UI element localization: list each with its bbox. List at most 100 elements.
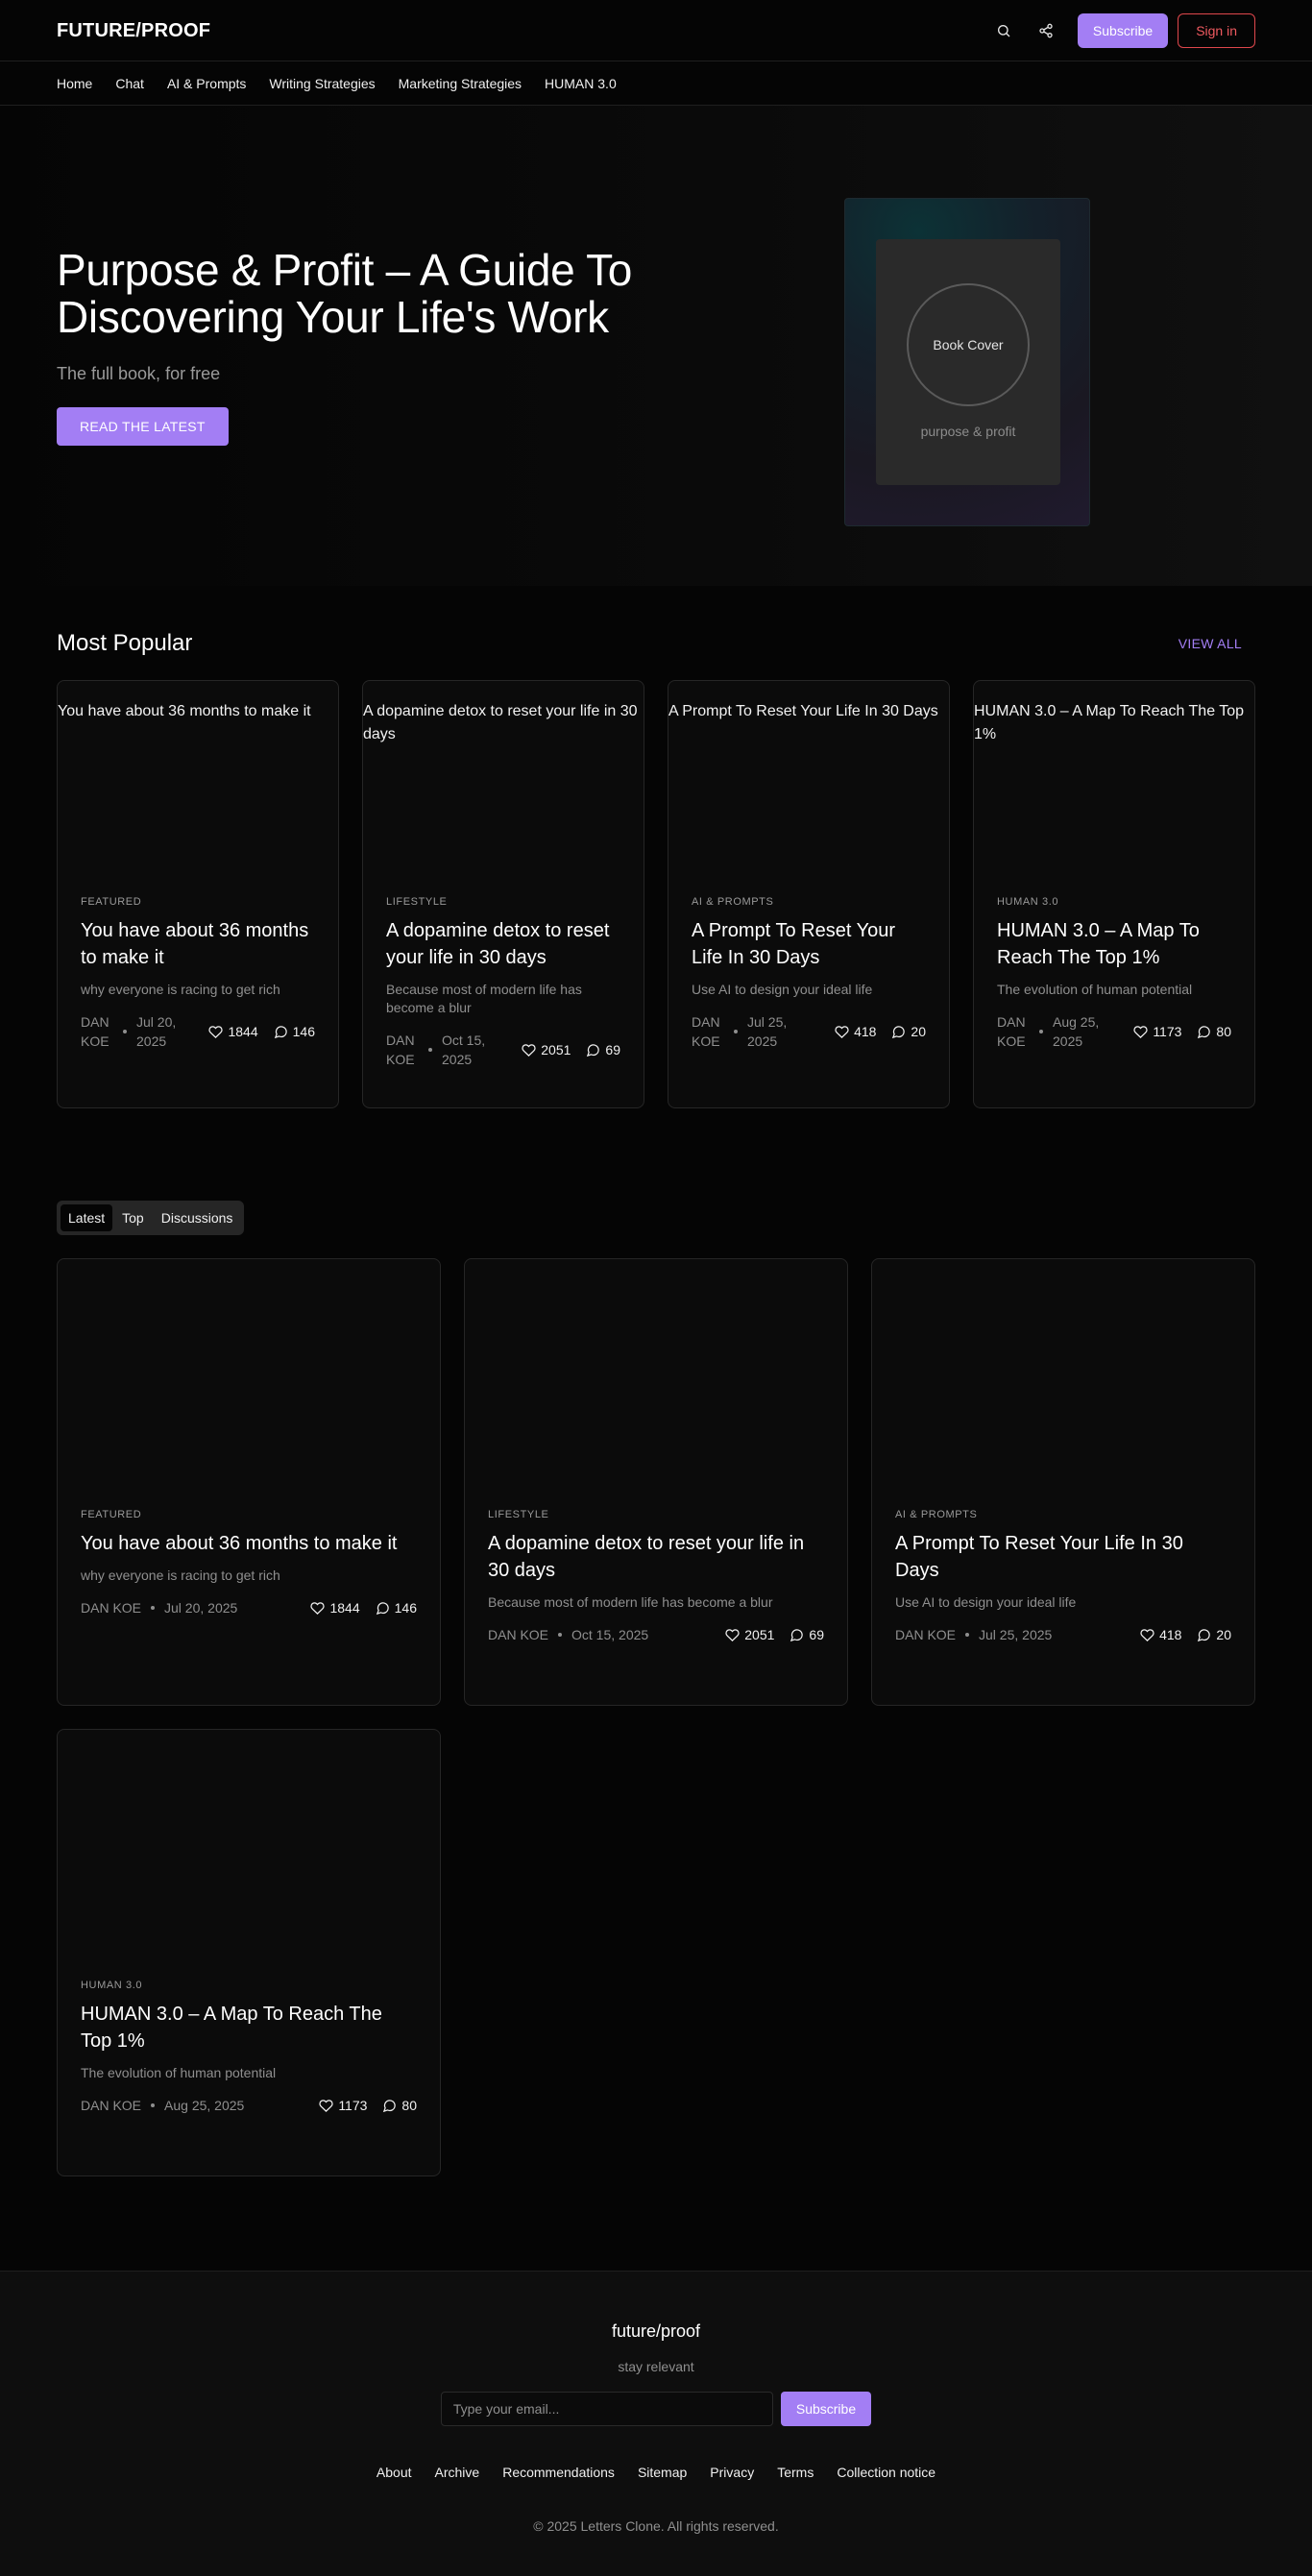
post-meta: DAN KOE Oct 15, 2025 2051 69 xyxy=(488,1627,824,1642)
meta-separator xyxy=(1039,1030,1043,1033)
copyright: © 2025 Letters Clone. All rights reserve… xyxy=(533,2518,779,2534)
post-author: DAN KOE xyxy=(81,2098,142,2113)
popular-grid: You have about 36 months to make it FEAT… xyxy=(57,680,1255,1108)
post-meta: DAN KOE Jul 25, 2025 418 20 xyxy=(895,1627,1231,1642)
post-thumbnail xyxy=(872,1259,1254,1509)
tab-top[interactable]: Top xyxy=(114,1204,152,1231)
post-card[interactable]: AI & PROMPTS A Prompt To Reset Your Life… xyxy=(871,1258,1255,1706)
email-input[interactable] xyxy=(440,2392,773,2426)
popular-card[interactable]: You have about 36 months to make it FEAT… xyxy=(57,680,339,1108)
post-meta: DAN KOE Aug 25, 2025 1173 80 xyxy=(81,2098,417,2113)
meta-separator xyxy=(151,2103,156,2107)
post-meta: DAN KOE Aug 25, 2025 1173 80 xyxy=(997,1012,1231,1051)
post-thumbnail xyxy=(58,1730,440,1980)
book-cover-image[interactable]: Book Cover purpose & profit xyxy=(844,198,1090,526)
like-count[interactable]: 1173 xyxy=(319,2098,367,2113)
comment-count[interactable]: 80 xyxy=(1197,1024,1231,1039)
post-meta: DAN KOE Jul 25, 2025 418 20 xyxy=(692,1012,926,1051)
tab-latest[interactable]: Latest xyxy=(61,1204,113,1231)
subscribe-button[interactable]: Subscribe xyxy=(1077,13,1169,48)
post-author: DAN KOE xyxy=(488,1627,549,1642)
comment-icon xyxy=(790,1628,804,1641)
nav-chat[interactable]: Chat xyxy=(115,76,144,91)
post-description: The evolution of human potential xyxy=(997,982,1193,997)
post-card[interactable]: HUMAN 3.0 HUMAN 3.0 – A Map To Reach The… xyxy=(57,1729,441,2176)
footer-link-collection-notice[interactable]: Collection notice xyxy=(837,2465,935,2480)
post-meta: DAN KOE Jul 20, 2025 1844 146 xyxy=(81,1600,417,1616)
hero-subtitle: The full book, for free xyxy=(57,363,221,383)
post-author: DAN KOE xyxy=(997,1014,1026,1049)
post-description: The evolution of human potential xyxy=(81,2065,277,2080)
footer-link-privacy[interactable]: Privacy xyxy=(710,2465,754,2480)
comment-count[interactable]: 146 xyxy=(274,1024,315,1039)
meta-separator xyxy=(123,1030,127,1033)
nav-marketing-strategies[interactable]: Marketing Strategies xyxy=(399,76,522,91)
main-nav: Home Chat AI & Prompts Writing Strategie… xyxy=(0,61,1312,106)
hero-text: Purpose & Profit – A Guide To Discoverin… xyxy=(57,246,633,446)
post-title: A dopamine detox to reset your life in 3… xyxy=(386,920,610,968)
search-icon xyxy=(997,25,1010,37)
footer-link-archive[interactable]: Archive xyxy=(435,2465,480,2480)
post-meta: DAN KOE Jul 20, 2025 1844 146 xyxy=(81,1012,315,1051)
like-count[interactable]: 1844 xyxy=(310,1600,360,1616)
popular-card[interactable]: HUMAN 3.0 – A Map To Reach The Top 1% HU… xyxy=(973,680,1255,1108)
post-thumbnail-alt: A dopamine detox to reset your life in 3… xyxy=(363,703,638,742)
footer-link-terms[interactable]: Terms xyxy=(777,2465,814,2480)
read-latest-button[interactable]: READ THE LATEST xyxy=(57,406,229,446)
post-card[interactable]: FEATURED You have about 36 months to mak… xyxy=(57,1258,441,1706)
share-button[interactable] xyxy=(1030,14,1062,47)
comment-count[interactable]: 69 xyxy=(790,1627,824,1642)
comment-icon xyxy=(274,1025,287,1038)
like-count[interactable]: 418 xyxy=(835,1024,876,1039)
comment-icon xyxy=(383,2099,397,2112)
nav-human-3[interactable]: HUMAN 3.0 xyxy=(545,76,617,91)
nav-writing-strategies[interactable]: Writing Strategies xyxy=(269,76,375,91)
tab-discussions[interactable]: Discussions xyxy=(154,1204,241,1231)
search-button[interactable] xyxy=(987,14,1020,47)
footer-link-recommendations[interactable]: Recommendations xyxy=(502,2465,615,2480)
post-author: DAN KOE xyxy=(692,1014,720,1049)
footer-subscribe-button[interactable]: Subscribe xyxy=(780,2392,872,2426)
latest-section: Latest Top Discussions FEATURED You have… xyxy=(0,1108,1312,2176)
popular-card[interactable]: A Prompt To Reset Your Life In 30 Days A… xyxy=(668,680,950,1108)
post-description: Because most of modern life has become a… xyxy=(488,1594,773,1610)
comment-count[interactable]: 69 xyxy=(586,1042,620,1057)
like-count[interactable]: 1844 xyxy=(208,1024,258,1039)
post-card[interactable]: LIFESTYLE A dopamine detox to reset your… xyxy=(464,1258,848,1706)
hero-section: Purpose & Profit – A Guide To Discoverin… xyxy=(0,106,1312,586)
comment-icon xyxy=(587,1043,600,1057)
post-author: DAN KOE xyxy=(81,1600,142,1616)
comment-count[interactable]: 20 xyxy=(1197,1627,1231,1642)
nav-home[interactable]: Home xyxy=(57,76,92,91)
like-count[interactable]: 1173 xyxy=(1133,1024,1181,1039)
heart-icon xyxy=(522,1043,536,1057)
newsletter-form: Subscribe xyxy=(0,2392,1312,2426)
post-category: AI & PROMPTS xyxy=(895,1509,978,1520)
sign-in-button[interactable]: Sign in xyxy=(1178,13,1255,48)
site-logo[interactable]: FUTURE/PROOF xyxy=(57,20,210,42)
footer-link-sitemap[interactable]: Sitemap xyxy=(638,2465,687,2480)
book-cover-caption: purpose & profit xyxy=(920,424,1016,439)
heart-icon xyxy=(310,1601,326,1615)
comment-count[interactable]: 80 xyxy=(382,2098,417,2113)
post-date: Oct 15, 2025 xyxy=(571,1627,649,1642)
nav-ai-prompts[interactable]: AI & Prompts xyxy=(167,76,246,91)
post-category: FEATURED xyxy=(81,1509,142,1520)
meta-separator xyxy=(151,1606,156,1610)
post-description: Because most of modern life has become a… xyxy=(386,982,582,1015)
view-all-link[interactable]: VIEW ALL xyxy=(1178,636,1242,651)
like-count[interactable]: 418 xyxy=(1140,1627,1181,1642)
meta-separator xyxy=(734,1030,738,1033)
book-cover-panel: Book Cover purpose & profit xyxy=(876,239,1060,485)
site-header: FUTURE/PROOF Subscribe Sign in xyxy=(0,0,1312,61)
like-count[interactable]: 2051 xyxy=(522,1042,571,1057)
post-category: HUMAN 3.0 xyxy=(997,896,1059,908)
comment-count[interactable]: 20 xyxy=(891,1024,926,1039)
post-date: Aug 25, 2025 xyxy=(164,2098,245,2113)
footer-link-about[interactable]: About xyxy=(377,2465,412,2480)
comment-count[interactable]: 146 xyxy=(376,1600,417,1616)
post-date: Jul 20, 2025 xyxy=(136,1014,177,1049)
footer-logo[interactable]: future/proof xyxy=(0,2321,1312,2342)
like-count[interactable]: 2051 xyxy=(725,1627,774,1642)
popular-card[interactable]: A dopamine detox to reset your life in 3… xyxy=(362,680,644,1108)
